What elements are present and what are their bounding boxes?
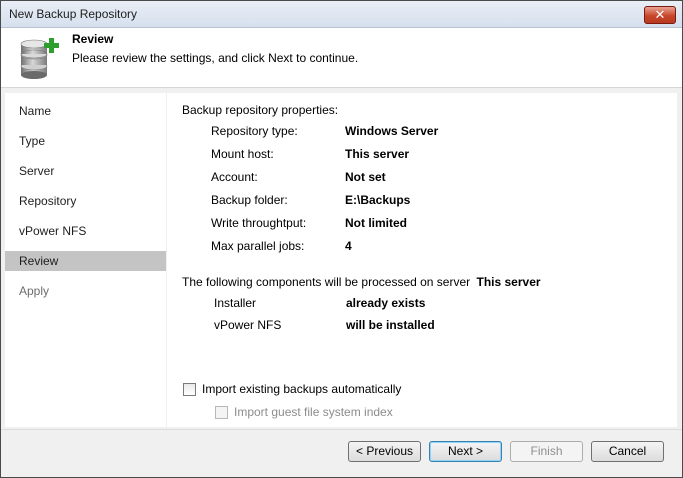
import-backups-label[interactable]: Import existing backups automatically xyxy=(202,382,401,396)
components-heading-text: The following components will be process… xyxy=(182,275,471,289)
components-server: This server xyxy=(476,275,541,289)
sidebar-item-repository[interactable]: Repository xyxy=(5,191,166,211)
sidebar-item-name[interactable]: Name xyxy=(5,101,166,121)
property-value: 4 xyxy=(345,239,352,253)
review-content: Backup repository properties: Repository… xyxy=(167,93,677,427)
previous-button[interactable]: < Previous xyxy=(348,441,421,462)
property-value: This server xyxy=(345,147,410,161)
import-guest-index-checkbox xyxy=(215,406,228,419)
property-value: E:\Backups xyxy=(345,193,411,207)
property-label: Account: xyxy=(211,170,258,184)
component-label: Installer xyxy=(214,296,257,310)
page-subtitle: Please review the settings, and click Ne… xyxy=(72,51,359,65)
footer-divider xyxy=(1,429,682,430)
components-heading: The following components will be process… xyxy=(182,275,541,289)
new-backup-repository-dialog: New Backup Repository ✕ Review Please re… xyxy=(0,0,683,478)
window-title: New Backup Repository xyxy=(9,7,138,21)
next-button[interactable]: Next > xyxy=(429,441,502,462)
property-label: Backup folder: xyxy=(211,193,288,207)
import-guest-index-label: Import guest file system index xyxy=(234,405,393,419)
property-label: Mount host: xyxy=(211,147,274,161)
property-value: Not set xyxy=(345,170,386,184)
close-button[interactable]: ✕ xyxy=(644,6,676,24)
component-status: already exists xyxy=(346,296,426,310)
wizard-header: Review Please review the settings, and c… xyxy=(1,28,682,88)
component-status: will be installed xyxy=(346,318,435,332)
property-label: Repository type: xyxy=(211,124,298,138)
sidebar-item-server[interactable]: Server xyxy=(5,161,166,181)
sidebar-item-type[interactable]: Type xyxy=(5,131,166,151)
sidebar-item-review[interactable]: Review xyxy=(5,251,166,271)
database-add-icon xyxy=(20,38,59,79)
property-label: Max parallel jobs: xyxy=(211,239,305,253)
component-label: vPower NFS xyxy=(214,318,282,332)
sidebar-item-apply: Apply xyxy=(19,284,50,298)
property-value: Not limited xyxy=(345,216,407,230)
finish-button: Finish xyxy=(510,441,583,462)
properties-heading: Backup repository properties: xyxy=(182,103,339,117)
import-backups-checkbox[interactable] xyxy=(183,383,196,396)
property-label: Write throughtput: xyxy=(211,216,307,230)
page-title: Review xyxy=(72,32,114,46)
wizard-steps-sidebar: Name Type Server Repository vPower NFS R… xyxy=(5,93,166,427)
property-value: Windows Server xyxy=(345,124,439,138)
title-bar[interactable]: New Backup Repository ✕ xyxy=(1,1,682,28)
cancel-button[interactable]: Cancel xyxy=(591,441,664,462)
sidebar-item-vpower-nfs[interactable]: vPower NFS xyxy=(5,221,166,241)
